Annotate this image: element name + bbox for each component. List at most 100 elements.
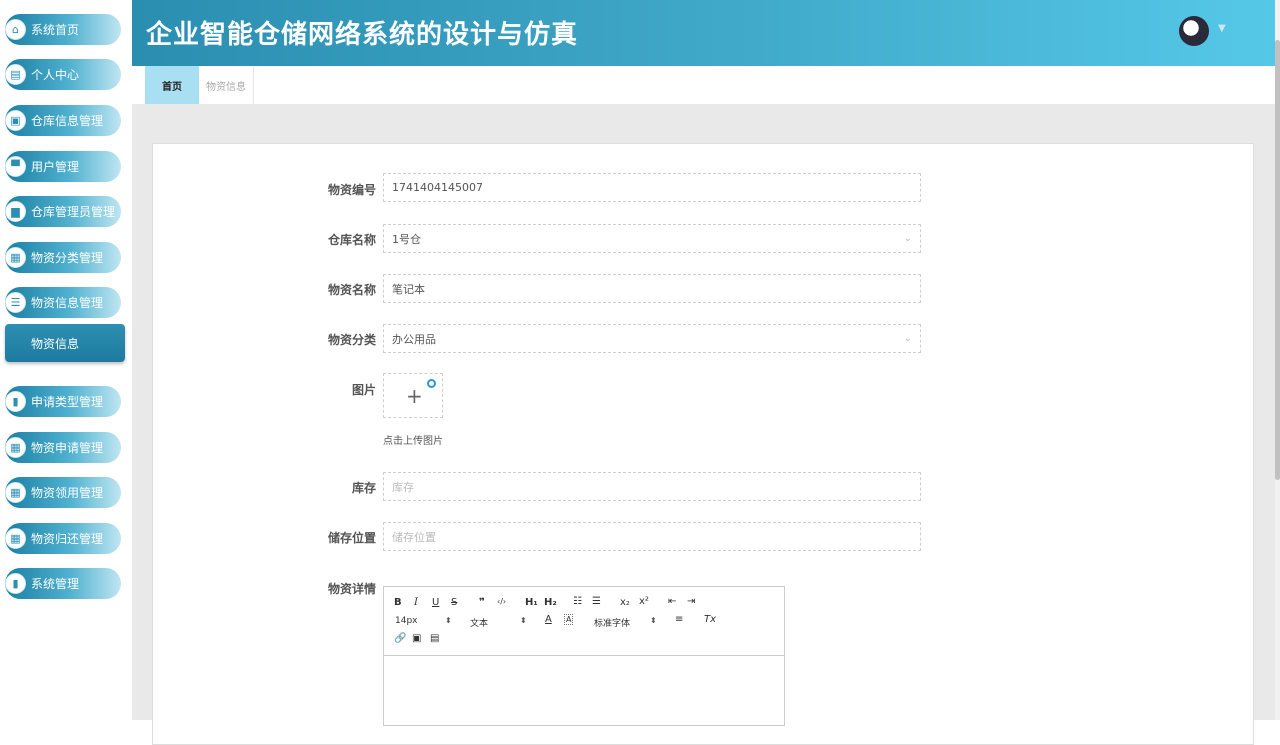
tab-bar: 首页 物资信息 — [132, 66, 1275, 105]
font-color-button[interactable]: A — [545, 614, 552, 625]
upload-hint: 点击上传图片 — [383, 436, 443, 447]
outdent-button[interactable]: ⇤ — [668, 596, 676, 607]
indent-button[interactable]: ⇥ — [687, 596, 695, 607]
header: 企业智能仓储网络系统的设计与仿真 ▼ — [132, 0, 1275, 66]
sidebar-item-goods-category[interactable]: ▦ 物资分类管理 — [5, 242, 121, 273]
rich-text-editor[interactable]: B I U S ❞ ‹/› H₁ H₂ ☷ ☰ x₂ x² ⇤ ⇥ 14px ⬍… — [383, 586, 785, 726]
warehouse-icon: ▣ — [5, 110, 26, 131]
category-value: 办公用品 — [392, 332, 436, 346]
ordered-list-button[interactable]: ☷ — [573, 596, 582, 607]
h1-button[interactable]: H₁ — [525, 597, 538, 608]
sidebar-item-label: 物资申请管理 — [31, 441, 104, 455]
sidebar-item-label: 系统管理 — [31, 577, 80, 591]
sidebar-item-label: 系统首页 — [31, 23, 80, 37]
font-size-select[interactable]: 14px ⬍ — [395, 616, 452, 626]
font-family-value: 标准字体 — [594, 619, 631, 629]
sidebar-item-label: 物资归还管理 — [31, 532, 104, 546]
code-label: 物资编号 — [327, 183, 376, 197]
text-style-value: 文本 — [470, 619, 489, 629]
tab-home[interactable]: 首页 — [145, 66, 199, 104]
align-button[interactable]: ≡ — [675, 614, 683, 625]
book-icon: ▮ — [5, 573, 26, 594]
link-icon[interactable]: 🔗 — [394, 633, 406, 644]
caret-down-icon[interactable]: ▼ — [1218, 23, 1226, 34]
bar-chart-icon: ▮ — [5, 391, 26, 412]
warehouse-select[interactable]: 1号仓 ⌄ — [383, 224, 921, 253]
updown-icon: ⬍ — [445, 616, 452, 625]
sidebar-item-profile[interactable]: ▤ 个人中心 — [5, 59, 121, 90]
sidebar-item-label: 仓库信息管理 — [31, 114, 104, 128]
editor-toolbar: B I U S ❞ ‹/› H₁ H₂ ☷ ☰ x₂ x² ⇤ ⇥ 14px ⬍… — [384, 587, 784, 656]
quote-button[interactable]: ❞ — [479, 597, 485, 608]
home-icon: ⌂ — [5, 19, 26, 40]
chevron-down-icon: ⌄ — [903, 233, 912, 244]
sidebar-item-label: 仓库管理员管理 — [31, 205, 116, 219]
sidebar-subitem-goods-info[interactable]: 物资信息 — [5, 324, 125, 362]
location-field[interactable]: 储存位置 — [383, 522, 921, 551]
sidebar-item-label: 物资分类管理 — [31, 251, 104, 265]
name-label: 物资名称 — [327, 283, 376, 297]
grid-icon: ▦ — [5, 247, 26, 268]
subscript-button[interactable]: x₂ — [620, 597, 630, 608]
sidebar: ⌂ 系统首页 ▤ 个人中心 ▣ 仓库信息管理 ▀ 用户管理 ▆ 仓库管理员管理 … — [0, 0, 132, 720]
image-label: 图片 — [351, 383, 376, 397]
scroll-thumb[interactable] — [1275, 40, 1280, 480]
stock-field[interactable]: 库存 — [383, 472, 921, 501]
sidebar-item-home[interactable]: ⌂ 系统首页 — [5, 14, 121, 45]
h2-button[interactable]: H₂ — [544, 597, 557, 608]
background-color-button[interactable]: A — [564, 614, 574, 625]
bold-button[interactable]: B — [394, 597, 402, 608]
bullet-list-button[interactable]: ☰ — [592, 596, 601, 607]
stock-label: 库存 — [351, 481, 376, 495]
code-button[interactable]: ‹/› — [497, 597, 506, 606]
plus-icon: + — [406, 384, 423, 408]
strike-button[interactable]: S — [451, 597, 457, 608]
avatar[interactable] — [1179, 16, 1209, 46]
category-label: 物资分类 — [327, 333, 376, 347]
profile-icon: ▤ — [5, 64, 26, 85]
grid-icon: ▦ — [5, 437, 26, 458]
text-style-select[interactable]: 文本 ⬍ — [470, 616, 527, 629]
underline-button[interactable]: U — [432, 597, 439, 608]
location-label: 储存位置 — [327, 531, 376, 545]
sidebar-item-goods-use[interactable]: ▦ 物资领用管理 — [5, 477, 121, 508]
detail-label: 物资详情 — [327, 582, 376, 596]
sidebar-item-label: 个人中心 — [31, 68, 80, 82]
image-upload[interactable]: + — [383, 373, 443, 418]
cursor-dot-icon — [427, 379, 436, 388]
sidebar-item-goods-info[interactable]: ☰ 物资信息管理 — [5, 287, 121, 318]
italic-button[interactable]: I — [414, 597, 418, 608]
tab-goods-info[interactable]: 物资信息 — [199, 66, 254, 104]
sidebar-item-warehouse-info[interactable]: ▣ 仓库信息管理 — [5, 105, 121, 136]
sidebar-item-system[interactable]: ▮ 系统管理 — [5, 568, 121, 599]
app-title: 企业智能仓储网络系统的设计与仿真 — [146, 20, 579, 50]
updown-icon: ⬍ — [520, 616, 527, 625]
briefcase-icon: ▆ — [5, 201, 26, 222]
sidebar-item-label: 物资信息管理 — [31, 296, 104, 310]
sidebar-item-goods-apply[interactable]: ▦ 物资申请管理 — [5, 432, 121, 463]
sliders-icon: ☰ — [5, 292, 26, 313]
sidebar-item-users[interactable]: ▀ 用户管理 — [5, 151, 121, 182]
font-family-select[interactable]: 标准字体 ⬍ — [594, 616, 658, 629]
updown-icon: ⬍ — [650, 616, 657, 625]
grid-icon: ▦ — [5, 482, 26, 503]
sidebar-item-apply-type[interactable]: ▮ 申请类型管理 — [5, 386, 121, 417]
name-field[interactable]: 笔记本 — [383, 274, 921, 303]
sidebar-item-goods-return[interactable]: ▦ 物资归还管理 — [5, 523, 121, 554]
category-select[interactable]: 办公用品 ⌄ — [383, 324, 921, 353]
sidebar-item-label: 物资领用管理 — [31, 486, 104, 500]
user-icon: ▀ — [5, 156, 26, 177]
warehouse-value: 1号仓 — [392, 232, 421, 246]
sidebar-item-label: 用户管理 — [31, 160, 80, 174]
video-icon[interactable]: ▤ — [430, 633, 439, 644]
warehouse-label: 仓库名称 — [327, 233, 376, 247]
font-size-value: 14px — [395, 616, 418, 626]
grid-icon: ▦ — [5, 528, 26, 549]
superscript-button[interactable]: x² — [639, 596, 649, 607]
image-icon[interactable]: ▣ — [412, 633, 421, 644]
code-field[interactable]: 1741404145007 — [383, 173, 921, 202]
clear-format-button[interactable]: Tx — [704, 614, 716, 625]
sidebar-item-warehouse-admin[interactable]: ▆ 仓库管理员管理 — [5, 196, 121, 227]
chevron-down-icon: ⌄ — [903, 333, 912, 344]
sidebar-item-label: 申请类型管理 — [31, 395, 104, 409]
